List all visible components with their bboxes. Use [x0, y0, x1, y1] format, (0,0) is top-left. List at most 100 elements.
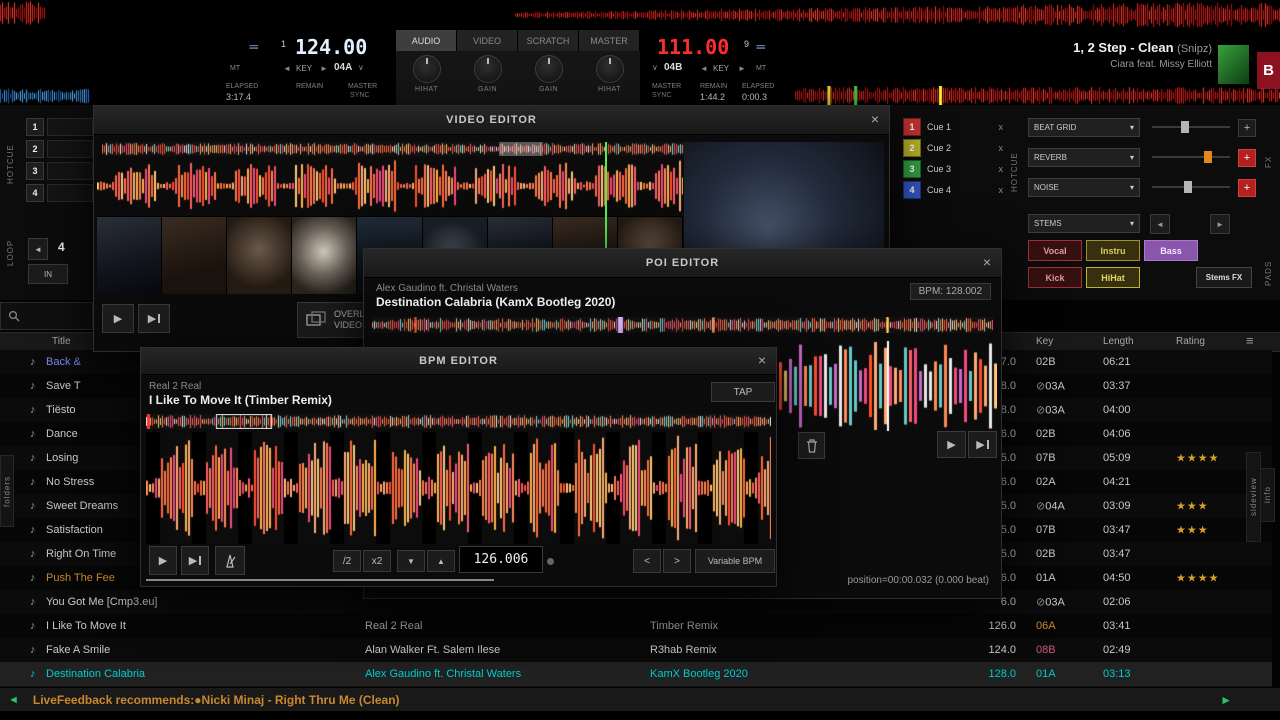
fx-dropdown-beat-grid[interactable]: BEAT GRID▾ [1028, 118, 1140, 137]
mixer-tab-master[interactable]: MASTER [579, 30, 640, 51]
column-header-key[interactable]: Key [1036, 336, 1053, 347]
cue-color-badge[interactable]: 4 [903, 181, 921, 199]
video-overview-waveform[interactable] [102, 142, 684, 156]
close-icon[interactable]: × [983, 254, 991, 270]
bpm-half-button[interactable]: /2 [333, 550, 361, 572]
key-next-icon[interactable]: ► [738, 64, 746, 73]
key-prev-icon[interactable]: ◄ [700, 64, 708, 73]
stems-dropdown[interactable]: STEMS ▾ [1028, 214, 1140, 233]
cue-row-1[interactable]: 1Cue 1x [903, 118, 1003, 135]
stem-button-vocal[interactable]: Vocal [1028, 240, 1082, 261]
loop-size-value[interactable]: 9 [744, 39, 749, 49]
bpm-decrease-button[interactable]: ▼ [397, 550, 425, 572]
poi-overview-waveform[interactable] [372, 317, 993, 333]
deck-left-waveform[interactable] [0, 87, 90, 105]
video-frame-thumbnail[interactable] [292, 217, 357, 294]
beat-shift-left-button[interactable]: < [633, 549, 661, 573]
close-icon[interactable]: × [758, 352, 766, 368]
loop-in-button[interactable]: IN [28, 264, 68, 284]
hotcue-number[interactable]: 3 [26, 162, 44, 180]
deck-right-key-value[interactable]: 04B [664, 62, 682, 73]
knob-dial[interactable] [596, 55, 624, 83]
fx-slider-track[interactable] [1152, 156, 1230, 158]
column-header-rating[interactable]: Rating [1176, 336, 1205, 347]
stems-fx-button[interactable]: Stems FX [1196, 267, 1252, 288]
fx-slider-handle[interactable] [1204, 151, 1212, 163]
stems-next-button[interactable]: ► [1210, 214, 1230, 234]
track-row[interactable]: ♪Destination CalabriaAlex Gaudino ft. Ch… [0, 662, 1272, 687]
close-icon[interactable]: × [871, 111, 879, 127]
mixer-tab-video[interactable]: VIDEO [457, 30, 518, 51]
chevron-down-icon[interactable]: ∨ [652, 63, 658, 72]
history-back-icon[interactable]: ◄ [8, 694, 19, 706]
info-tab[interactable]: info [1260, 468, 1275, 522]
column-header-length[interactable]: Length [1103, 336, 1134, 347]
record-dot-icon[interactable] [547, 558, 554, 565]
tap-button[interactable]: TAP [711, 382, 775, 402]
sync-label[interactable]: SYNC [350, 92, 369, 99]
pitch-range-icon[interactable]: ≡≡ [249, 42, 258, 52]
cue-row-2[interactable]: 2Cue 2x [903, 139, 1003, 156]
pitch-range-icon[interactable]: ≡≡ [756, 42, 765, 52]
mixer-tab-audio[interactable]: AUDIO [396, 30, 457, 51]
cue-color-badge[interactable]: 1 [903, 118, 921, 136]
loop-half-button[interactable]: ◄ [28, 238, 48, 260]
bpm-main-waveform[interactable] [146, 432, 771, 544]
poi-play-button[interactable]: ▶ [937, 431, 966, 458]
recommended-track[interactable]: ●Nicki Minaj - Right Thru Me (Clean) [194, 693, 399, 707]
stems-prev-button[interactable]: ◄ [1150, 214, 1170, 234]
knob-dial[interactable] [474, 55, 502, 83]
hotcue-slot-4[interactable]: 4 [26, 184, 93, 202]
folders-tab[interactable]: folders [0, 455, 14, 527]
cue-color-badge[interactable]: 2 [903, 139, 921, 157]
bpm-play-button[interactable]: ▶ [149, 546, 177, 575]
poi-zoom-waveform[interactable] [779, 341, 997, 431]
bpm-overview-waveform[interactable] [146, 414, 771, 429]
variable-bpm-button[interactable]: Variable BPM [695, 549, 775, 573]
cue-color-badge[interactable]: 3 [903, 160, 921, 178]
poi-delete-button[interactable] [798, 432, 825, 459]
cue-row-3[interactable]: 3Cue 3x [903, 160, 1003, 177]
video-frame-thumbnail[interactable] [97, 217, 162, 294]
track-row[interactable]: ♪Fake A SmileAlan Walker Ft. Salem Ilese… [0, 638, 1272, 663]
bpm-editor-titlebar[interactable]: BPM EDITOR × [141, 348, 776, 375]
fx-dropdown-noise[interactable]: NOISE▾ [1028, 178, 1140, 197]
metronome-button[interactable] [215, 546, 245, 575]
deck-right-mt[interactable]: MT [756, 65, 766, 72]
cue-remove-button[interactable]: x [999, 122, 1004, 132]
deck-right-waveform[interactable] [795, 86, 1280, 105]
deck-right-bpm[interactable]: 111.00 [657, 35, 729, 59]
video-play-button[interactable]: ▶ [102, 304, 134, 333]
deck-left-bpm[interactable]: 124.00 [295, 35, 367, 59]
column-header-title[interactable]: Title [52, 336, 71, 347]
search-input[interactable] [0, 302, 93, 330]
hotcue-pad[interactable] [47, 162, 93, 180]
fx-dropdown-reverb[interactable]: REVERB▾ [1028, 148, 1140, 167]
hotcue-number[interactable]: 2 [26, 140, 44, 158]
mixer-tab-scratch[interactable]: SCRATCH [518, 30, 579, 51]
stem-button-instru[interactable]: Instru [1086, 240, 1140, 261]
hotcue-slot-1[interactable]: 1 [26, 118, 93, 136]
deck-left-mt[interactable]: MT [230, 65, 240, 72]
bpm-scrollbar[interactable] [146, 579, 494, 581]
video-skip-end-button[interactable]: ▶ [138, 304, 170, 333]
play-recommend-icon[interactable]: ► [1220, 693, 1232, 707]
fx-add-button[interactable]: + [1238, 179, 1256, 197]
stem-button-kick[interactable]: Kick [1028, 267, 1082, 288]
track-row[interactable]: ♪I Like To Move ItReal 2 RealTimber Remi… [0, 614, 1272, 639]
bpm-double-button[interactable]: x2 [363, 550, 391, 572]
video-frame-thumbnail[interactable] [162, 217, 227, 294]
hotcue-number[interactable]: 1 [26, 118, 44, 136]
fx-add-button[interactable]: + [1238, 149, 1256, 167]
loop-length-value[interactable]: 4 [58, 240, 65, 254]
hotcue-number[interactable]: 4 [26, 184, 44, 202]
hotcue-slot-3[interactable]: 3 [26, 162, 93, 180]
beat-shift-right-button[interactable]: > [663, 549, 691, 573]
fx-slider-track[interactable] [1152, 126, 1230, 128]
fx-add-button[interactable]: + [1238, 119, 1256, 137]
loop-size-value[interactable]: 1 [281, 39, 286, 49]
video-waveform[interactable] [97, 159, 683, 213]
list-menu-icon[interactable]: ≡ [1246, 333, 1254, 348]
knob-dial[interactable] [535, 55, 563, 83]
hotcue-slot-2[interactable]: 2 [26, 140, 93, 158]
